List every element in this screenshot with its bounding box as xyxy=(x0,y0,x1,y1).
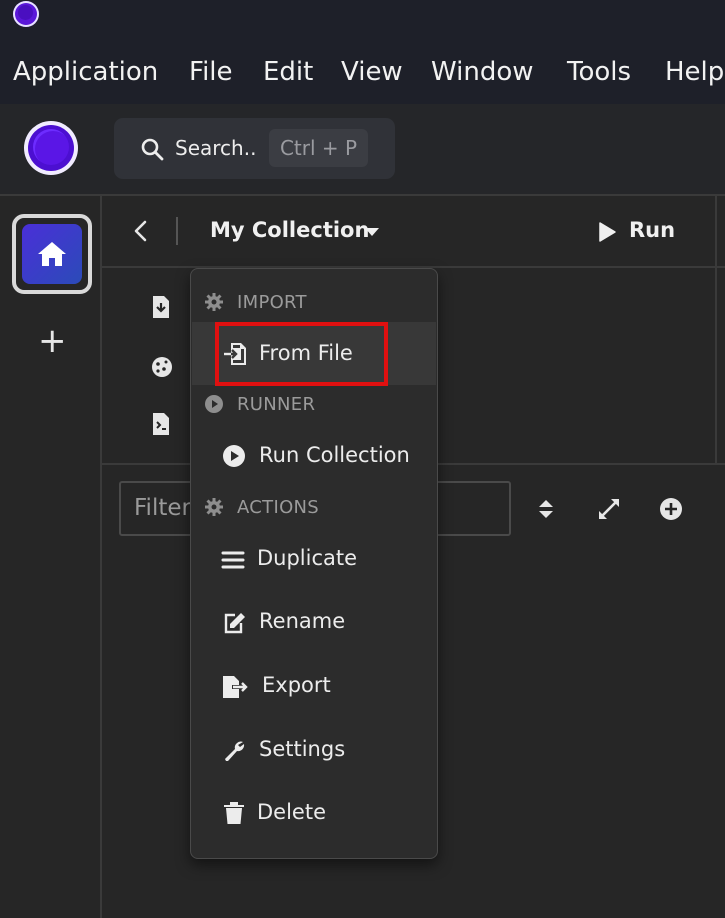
run-collection-menu-item[interactable]: Run Collection xyxy=(259,443,410,467)
annotation-highlight-box xyxy=(215,322,388,386)
trash-icon xyxy=(224,802,244,824)
play-circle-icon xyxy=(223,445,245,467)
menu-help[interactable]: Help xyxy=(665,57,724,87)
home-icon xyxy=(38,242,66,266)
chevron-down-icon[interactable] xyxy=(364,226,380,238)
play-icon[interactable] xyxy=(597,221,617,243)
header-divider xyxy=(176,217,178,245)
menu-file[interactable]: File xyxy=(189,57,233,87)
import-section-label: IMPORT xyxy=(237,292,307,313)
file-export-icon xyxy=(223,676,248,698)
cookie-icon[interactable] xyxy=(150,355,174,379)
add-circle-icon[interactable] xyxy=(659,497,683,521)
back-chevron-icon[interactable] xyxy=(130,219,152,243)
menu-window[interactable]: Window xyxy=(431,57,534,87)
actions-section-label: ACTIONS xyxy=(237,497,320,518)
menu-view[interactable]: View xyxy=(341,57,403,87)
filter-placeholder[interactable]: Filter xyxy=(134,495,191,521)
search-placeholder[interactable]: Search.. xyxy=(175,136,256,160)
sort-icon[interactable] xyxy=(534,497,558,521)
search-icon xyxy=(141,138,164,161)
menubar-top xyxy=(0,35,725,52)
play-circle-icon xyxy=(205,395,223,413)
list-icon xyxy=(221,551,245,569)
wrench-icon xyxy=(225,741,245,761)
gear-icon xyxy=(205,498,223,516)
panel-edge xyxy=(715,194,717,464)
title-bar xyxy=(0,0,725,35)
menu-edit[interactable]: Edit xyxy=(263,57,313,87)
run-button[interactable]: Run xyxy=(629,218,675,242)
delete-menu-item[interactable]: Delete xyxy=(257,800,326,824)
app-logo-icon xyxy=(13,1,39,27)
add-workspace-icon[interactable]: + xyxy=(38,324,67,358)
edit-icon xyxy=(224,613,245,634)
file-code-icon[interactable] xyxy=(151,412,171,436)
duplicate-menu-item[interactable]: Duplicate xyxy=(257,546,357,570)
brand-logo-icon[interactable] xyxy=(24,121,78,175)
left-rail xyxy=(0,194,102,918)
rename-menu-item[interactable]: Rename xyxy=(259,609,345,633)
export-menu-item[interactable]: Export xyxy=(262,673,331,697)
search-shortcut-badge: Ctrl + P xyxy=(269,129,368,167)
settings-menu-item[interactable]: Settings xyxy=(259,737,345,761)
expand-icon[interactable] xyxy=(597,497,621,521)
collection-title[interactable]: My Collection xyxy=(210,218,369,242)
menu-application[interactable]: Application xyxy=(13,57,158,87)
menu-tools[interactable]: Tools xyxy=(567,57,631,87)
runner-section-label: RUNNER xyxy=(237,394,316,415)
file-import-icon[interactable] xyxy=(151,295,171,319)
gear-icon xyxy=(205,293,223,311)
